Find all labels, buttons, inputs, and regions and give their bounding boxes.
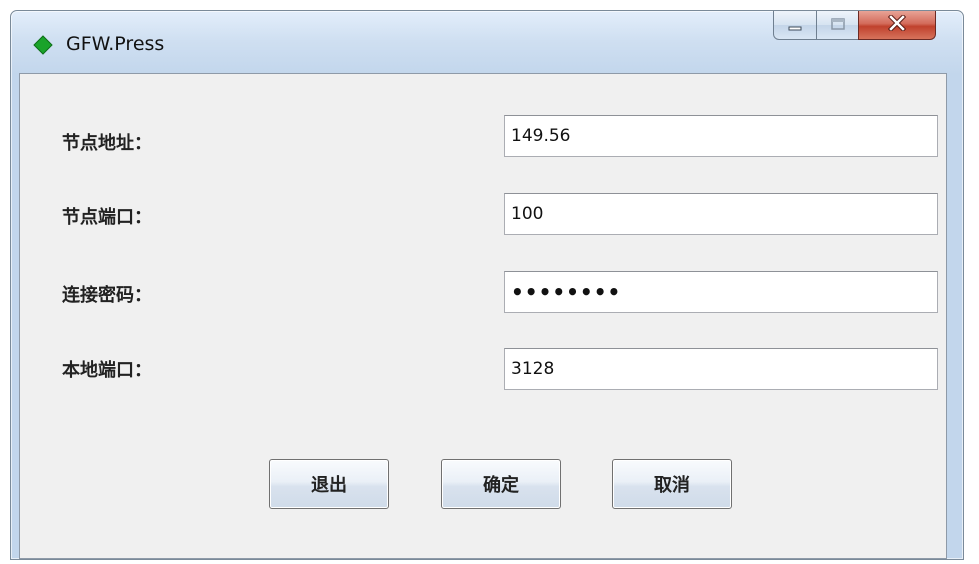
- ok-button[interactable]: 确定: [441, 459, 561, 509]
- password-input[interactable]: ••••••••: [504, 271, 938, 313]
- app-window: GFW.Press 节点地址： 149.56 节点端口： 100 连接密码： •…: [10, 10, 964, 560]
- exit-button[interactable]: 退出: [269, 459, 389, 509]
- maximize-button[interactable]: [816, 11, 859, 40]
- minimize-button[interactable]: [773, 11, 817, 40]
- form-panel: 节点地址： 149.56 节点端口： 100 连接密码： •••••••• 本地…: [19, 73, 947, 559]
- password-label: 连接密码：: [62, 285, 152, 306]
- close-button[interactable]: [858, 11, 936, 40]
- window-title: GFW.Press: [66, 33, 165, 55]
- app-icon: [33, 35, 53, 55]
- local-port-label: 本地端口：: [62, 360, 152, 381]
- node-address-input[interactable]: 149.56: [504, 115, 938, 157]
- node-port-label: 节点端口：: [62, 207, 152, 228]
- cancel-button[interactable]: 取消: [612, 459, 732, 509]
- local-port-input[interactable]: 3128: [504, 348, 938, 390]
- title-bar[interactable]: GFW.Press: [11, 11, 963, 73]
- close-icon: [887, 13, 907, 35]
- node-address-label: 节点地址：: [62, 133, 152, 154]
- node-port-input[interactable]: 100: [504, 193, 938, 235]
- maximize-icon: [830, 16, 846, 35]
- minimize-icon: [787, 16, 803, 35]
